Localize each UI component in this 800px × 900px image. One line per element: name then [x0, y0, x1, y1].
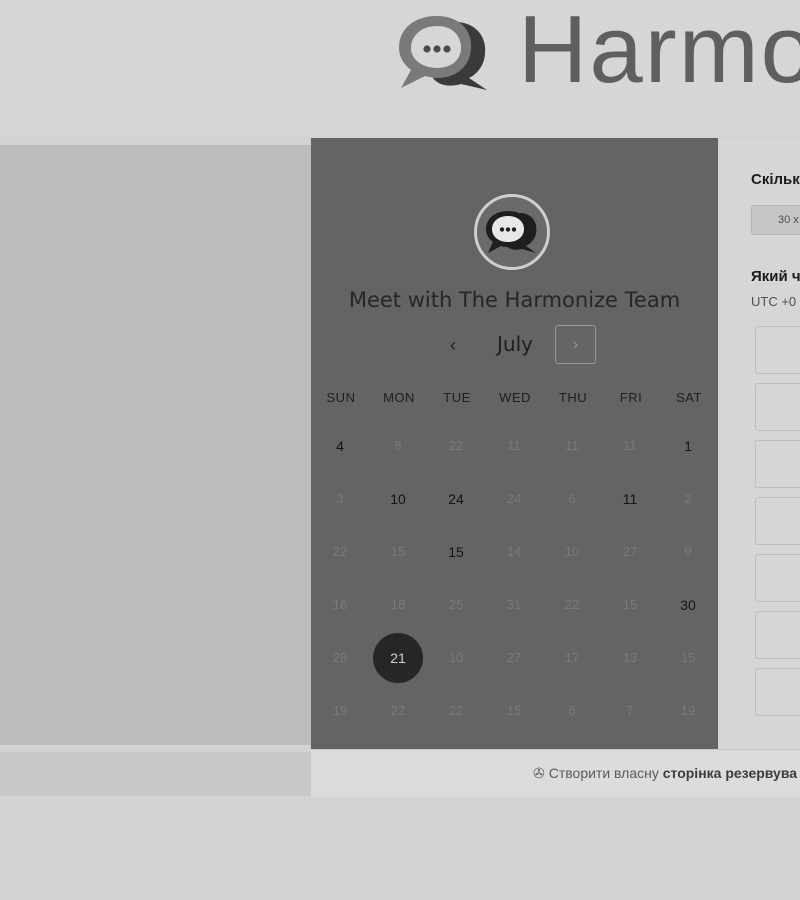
- calendar-day: 6: [568, 703, 576, 718]
- calendar-panel: Meet with The Harmonize Team ‹ July › SU…: [311, 138, 718, 749]
- calendar-day: 7: [626, 703, 634, 718]
- calendar-day: 19: [332, 703, 348, 718]
- footer-bold-text: сторінка резервува: [662, 765, 798, 781]
- weekday-label: MON: [383, 390, 415, 405]
- calendar-day: 15: [680, 650, 696, 665]
- time-slot-button[interactable]: [755, 611, 800, 659]
- calendar-day: 3: [336, 491, 344, 506]
- calendar-day[interactable]: 4: [311, 419, 369, 472]
- weekday-header: SUN MON TUE WED THU FRI SAT: [311, 390, 718, 405]
- calendar-day: 6: [568, 491, 576, 506]
- calendar-day: 28: [332, 650, 348, 665]
- calendar-day: 22: [448, 438, 464, 453]
- calendar-day: 22: [390, 703, 406, 718]
- brand-name: Harmo: [518, 0, 800, 103]
- hubspot-sprocket-icon: ✇: [533, 765, 545, 781]
- calendar-day: 13: [622, 650, 638, 665]
- avatar: [474, 194, 550, 270]
- calendar-day[interactable]: 11: [601, 472, 659, 525]
- chat-bubble-logo-icon: [399, 16, 487, 90]
- calendar-day[interactable]: 24: [427, 472, 485, 525]
- calendar-weeks: 4 8 22 11 11 11 1 3 10 24 24 6 11 2 22 15 15 14 10 27 9 16 18 2…: [311, 419, 718, 737]
- footer-text: Створити власну: [548, 765, 663, 781]
- weekday-label: TUE: [443, 390, 471, 405]
- calendar-day: 19: [680, 703, 696, 718]
- calendar-day: 9: [684, 544, 692, 559]
- calendar-week: 22 15 15 14 10 27 9: [311, 525, 718, 578]
- calendar-day[interactable]: 30: [659, 578, 717, 631]
- calendar-day: 22: [448, 703, 464, 718]
- weekday-label: FRI: [619, 390, 643, 405]
- calendar-day: 17: [564, 650, 580, 665]
- calendar-day: 2: [684, 491, 692, 506]
- calendar-day[interactable]: 1: [659, 419, 717, 472]
- calendar-day: 10: [564, 544, 580, 559]
- time-slot-button[interactable]: [755, 497, 800, 545]
- calendar-week: 4 8 22 11 11 11 1: [311, 419, 718, 472]
- duration-question: Скільк: [751, 171, 800, 188]
- calendar-week: 28 21 10 27 17 13 15: [311, 631, 718, 684]
- timezone-selector[interactable]: UTC +0: [751, 294, 796, 309]
- time-slot-button[interactable]: [755, 668, 800, 716]
- background-panel: [0, 145, 311, 745]
- chat-bubble-icon: [486, 211, 537, 253]
- selected-day-indicator: 21: [373, 632, 423, 683]
- calendar-day: 24: [506, 491, 522, 506]
- weekday-label: THU: [558, 390, 588, 405]
- calendar-day: 8: [394, 438, 402, 453]
- calendar-day: 15: [506, 703, 522, 718]
- month-navigation: ‹ July ›: [311, 325, 718, 367]
- weekday-label: WED: [499, 390, 531, 405]
- weekday-label: SAT: [676, 390, 702, 405]
- calendar-day: 22: [564, 597, 580, 612]
- calendar-day: 31: [506, 597, 522, 612]
- calendar-day: 15: [622, 597, 638, 612]
- create-booking-page-link[interactable]: ✇ Створити власну сторінка резервува: [533, 765, 797, 782]
- calendar-week: 19 22 22 15 6 7 19: [311, 684, 718, 737]
- calendar-day: 18: [390, 597, 406, 612]
- calendar-day: 22: [332, 544, 348, 559]
- time-slot-button[interactable]: [755, 326, 800, 374]
- next-month-button[interactable]: ›: [555, 325, 596, 364]
- footer: ✇ Створити власну сторінка резервува: [311, 749, 800, 797]
- calendar-day: 25: [448, 597, 464, 612]
- calendar-grid: SUN MON TUE WED THU FRI SAT 4 8 22 11 11 11 1 3…: [311, 390, 718, 737]
- calendar-title: Meet with The Harmonize Team: [348, 288, 681, 312]
- header: Harmo: [0, 0, 800, 135]
- calendar-day: 11: [565, 438, 579, 453]
- calendar-day-selected[interactable]: 21: [369, 631, 427, 684]
- calendar-day: 15: [390, 544, 406, 559]
- calendar-week: 16 18 25 31 22 15 30: [311, 578, 718, 631]
- calendar-day: 27: [622, 544, 638, 559]
- weekday-label: SUN: [326, 390, 356, 405]
- calendar-day: 10: [448, 650, 464, 665]
- calendar-day: 27: [506, 650, 522, 665]
- booking-panel: Скільк 30 х Який ч UTC +0: [718, 138, 800, 749]
- calendar-day[interactable]: 15: [427, 525, 485, 578]
- duration-option-button[interactable]: 30 х: [751, 205, 800, 235]
- time-question: Який ч: [751, 268, 800, 285]
- calendar-day: 14: [506, 544, 522, 559]
- time-slot-button[interactable]: [755, 383, 800, 431]
- prev-month-button[interactable]: ‹: [441, 333, 465, 357]
- time-slot-button[interactable]: [755, 554, 800, 602]
- month-label: July: [497, 332, 533, 356]
- calendar-day: 11: [623, 438, 637, 453]
- calendar-week: 3 10 24 24 6 11 2: [311, 472, 718, 525]
- calendar-day: 16: [332, 597, 348, 612]
- calendar-day[interactable]: 10: [369, 472, 427, 525]
- calendar-day: 11: [507, 438, 521, 453]
- time-slot-button[interactable]: [755, 440, 800, 488]
- background-strip: [0, 752, 311, 796]
